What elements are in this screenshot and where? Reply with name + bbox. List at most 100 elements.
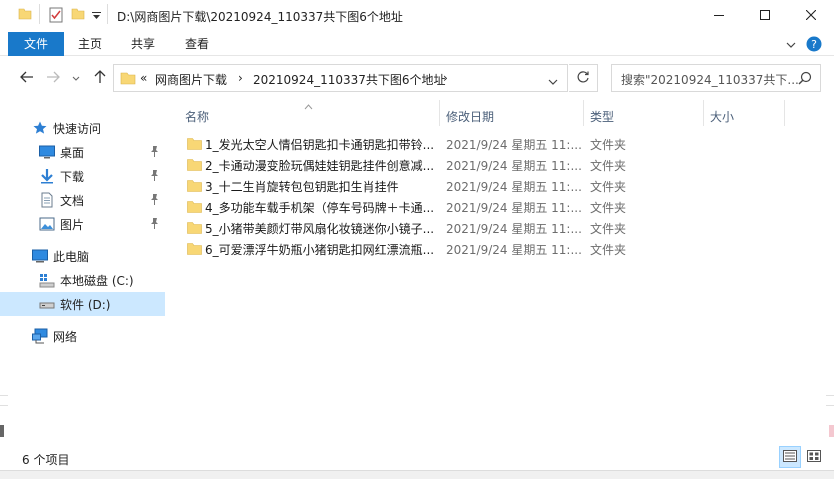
properties-icon[interactable]	[49, 7, 63, 26]
breadcrumb-overflow[interactable]: «	[140, 71, 147, 85]
file-date: 2021/9/24 星期五 11:...	[446, 222, 582, 236]
tab-share[interactable]: 共享	[116, 32, 170, 56]
nav-label: 桌面	[60, 146, 85, 160]
breadcrumb-separator-icon[interactable]: ›	[238, 71, 243, 85]
file-row[interactable]: 1_发光太空人情侣钥匙扣卡通钥匙扣带铃... 2021/9/24 星期五 11:…	[183, 134, 633, 155]
document-icon	[39, 192, 55, 208]
nav-label: 软件 (D:)	[60, 298, 111, 312]
pin-icon[interactable]	[149, 217, 160, 232]
file-row[interactable]: 3_十二生肖旋转包包钥匙扣生肖挂件 2021/9/24 星期五 11:... 文…	[183, 176, 633, 197]
search-icon	[798, 71, 812, 88]
help-icon[interactable]: ?	[806, 36, 822, 55]
address-bar[interactable]: « 网商图片下载 › 20210924_110337共下图6个地址 ›	[113, 64, 568, 92]
background-window-edge	[0, 395, 8, 445]
search-box[interactable]: 搜索"20210924_110337共下...	[611, 64, 821, 92]
new-folder-icon[interactable]	[71, 7, 85, 24]
nav-desktop[interactable]: 桌面	[0, 140, 165, 164]
nav-quick-access[interactable]: 快速访问	[0, 116, 165, 140]
nav-label: 快速访问	[53, 122, 102, 136]
file-row[interactable]: 6_可爱漂浮牛奶瓶小猪钥匙扣网红漂流瓶... 2021/9/24 星期五 11:…	[183, 239, 633, 260]
windows-drive-icon	[39, 272, 55, 288]
file-date: 2021/9/24 星期五 11:...	[446, 243, 582, 257]
column-header-date[interactable]: 修改日期	[440, 102, 583, 128]
file-date: 2021/9/24 星期五 11:...	[446, 159, 582, 173]
breadcrumb-item[interactable]: 20210924_110337共下图6个地址	[253, 71, 446, 88]
close-button[interactable]	[788, 0, 834, 32]
breadcrumb-separator-icon[interactable]: ›	[443, 71, 448, 85]
expand-ribbon-icon[interactable]	[786, 39, 796, 53]
nav-label: 图片	[60, 218, 85, 232]
background-window-strip	[0, 470, 834, 479]
folder-icon	[18, 7, 32, 24]
tab-home[interactable]: 主页	[64, 32, 116, 56]
search-input[interactable]: 搜索"20210924_110337共下...	[621, 71, 799, 88]
minimize-button[interactable]	[696, 0, 742, 32]
network-icon	[32, 328, 48, 344]
nav-network[interactable]: 网络	[0, 324, 165, 348]
folder-icon	[187, 179, 202, 195]
arrow-left-icon	[20, 71, 34, 86]
large-icons-view-button[interactable]	[803, 446, 825, 468]
picture-icon	[39, 216, 55, 232]
column-label: 大小	[710, 110, 735, 124]
chevron-down-icon	[72, 71, 80, 85]
arrow-up-icon	[94, 69, 106, 87]
nav-this-pc[interactable]: 此电脑	[0, 244, 165, 268]
nav-label: 文档	[60, 194, 85, 208]
maximize-button[interactable]	[742, 0, 788, 32]
details-view-button[interactable]	[779, 446, 801, 468]
file-type: 文件夹	[590, 159, 627, 173]
nav-documents[interactable]: 文档	[0, 188, 165, 212]
pin-icon[interactable]	[149, 193, 160, 208]
address-dropdown-icon[interactable]	[548, 75, 558, 89]
nav-downloads[interactable]: 下载	[0, 164, 165, 188]
file-name: 4_多功能车载手机架（停车号码牌＋卡通...	[205, 201, 435, 215]
file-row[interactable]: 2_卡通动漫变脸玩偶娃娃钥匙挂件创意减... 2021/9/24 星期五 11:…	[183, 155, 633, 176]
folder-icon	[187, 242, 202, 258]
file-row[interactable]: 4_多功能车载手机架（停车号码牌＋卡通... 2021/9/24 星期五 11:…	[183, 197, 633, 218]
close-icon	[805, 9, 817, 23]
ribbon: 文件 主页 共享 查看 ?	[0, 32, 834, 56]
arrow-right-icon	[46, 71, 60, 86]
up-button[interactable]	[90, 68, 110, 88]
tab-view[interactable]: 查看	[170, 32, 224, 56]
column-header-type[interactable]: 类型	[584, 102, 703, 128]
maximize-icon	[760, 9, 770, 23]
nav-label: 此电脑	[53, 250, 90, 264]
item-count: 6 个项目	[22, 453, 70, 467]
file-type: 文件夹	[590, 201, 627, 215]
file-date: 2021/9/24 星期五 11:...	[446, 180, 582, 194]
file-date: 2021/9/24 星期五 11:...	[446, 201, 582, 215]
column-header-name[interactable]: 名称	[177, 102, 439, 128]
title-bar: D:\网商图片下载\20210924_110337共下图6个地址	[0, 0, 834, 32]
tab-file[interactable]: 文件	[8, 32, 64, 56]
back-button[interactable]	[17, 68, 37, 88]
file-type: 文件夹	[590, 243, 627, 257]
refresh-button[interactable]	[569, 64, 598, 92]
folder-icon	[120, 71, 136, 88]
details-view-icon	[783, 449, 797, 465]
refresh-icon	[576, 70, 590, 87]
pin-icon[interactable]	[149, 145, 160, 160]
file-name: 2_卡通动漫变脸玩偶娃娃钥匙挂件创意减...	[205, 159, 435, 173]
status-bar: 6 个项目	[0, 446, 834, 470]
drive-icon	[39, 296, 55, 312]
divider	[107, 4, 108, 24]
nav-pictures[interactable]: 图片	[0, 212, 165, 236]
column-header-size[interactable]: 大小	[704, 102, 784, 128]
breadcrumb-item[interactable]: 网商图片下载	[155, 71, 227, 88]
file-name: 3_十二生肖旋转包包钥匙扣生肖挂件	[205, 180, 399, 194]
pin-icon[interactable]	[149, 169, 160, 184]
customize-toolbar-icon[interactable]	[92, 10, 101, 24]
column-label: 类型	[590, 110, 615, 124]
minimize-icon	[714, 9, 724, 23]
column-divider[interactable]	[784, 100, 785, 126]
file-name: 1_发光太空人情侣钥匙扣卡通钥匙扣带铃...	[205, 138, 435, 152]
file-row[interactable]: 5_小猪带美颜灯带风扇化妆镜迷你小镜子... 2021/9/24 星期五 11:…	[183, 218, 633, 239]
file-name: 5_小猪带美颜灯带风扇化妆镜迷你小镜子...	[205, 222, 435, 236]
nav-drive-d[interactable]: 软件 (D:)	[0, 292, 165, 316]
file-name: 6_可爱漂浮牛奶瓶小猪钥匙扣网红漂流瓶...	[205, 243, 435, 257]
nav-drive-c[interactable]: 本地磁盘 (C:)	[0, 268, 165, 292]
forward-button[interactable]	[43, 68, 63, 88]
recent-locations-button[interactable]	[66, 68, 86, 88]
